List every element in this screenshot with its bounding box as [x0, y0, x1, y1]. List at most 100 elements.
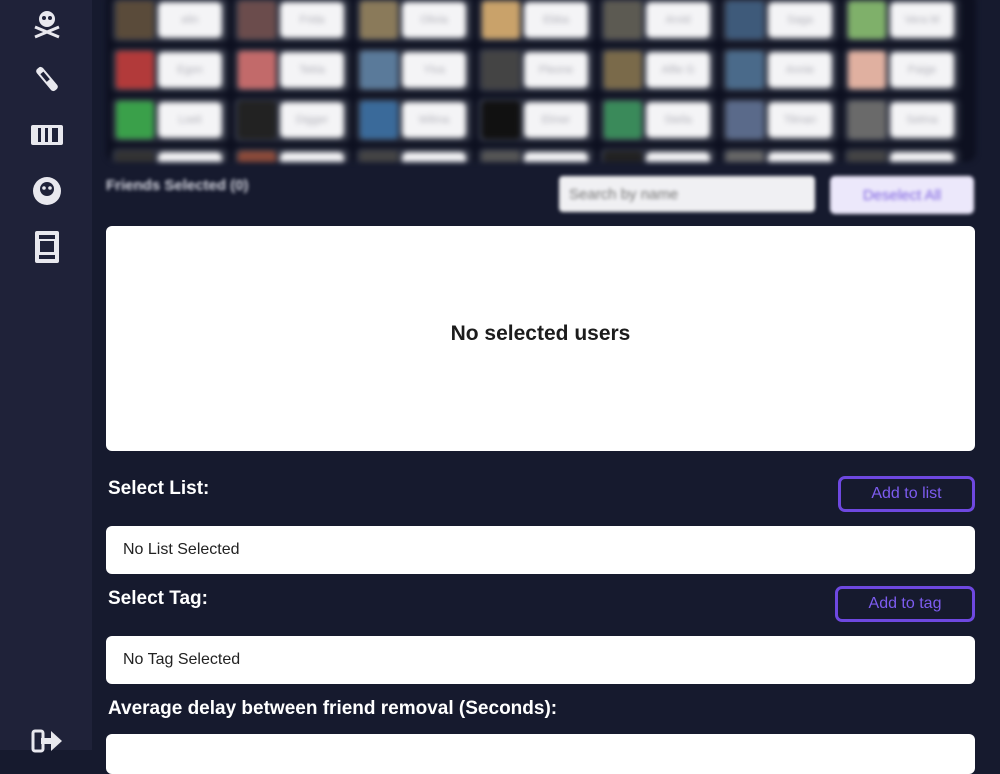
friend-name: Alfie G: [646, 52, 710, 88]
friend-avatar: [360, 51, 398, 89]
empty-state-text: No selected users: [450, 321, 631, 345]
friend-name: Frida: [280, 2, 344, 38]
friend-card[interactable]: [356, 148, 472, 162]
friend-name: [646, 152, 710, 162]
delay-label: Average delay between friend removal (Se…: [108, 698, 558, 719]
friend-name: [890, 152, 954, 162]
friends-grid: elin Frida Olivia Ebba Arvid Saga Vera M Egon Te…: [106, 0, 976, 162]
friend-avatar: [726, 101, 764, 139]
friend-card[interactable]: [722, 148, 838, 162]
friend-name: Elmer: [524, 102, 588, 138]
friend-card[interactable]: [112, 148, 228, 162]
friend-name: [402, 152, 466, 162]
main-content: elin Frida Olivia Ebba Arvid Saga Vera M Egon Te…: [92, 0, 1000, 774]
friend-card[interactable]: Pleone: [478, 48, 594, 92]
skull-crossbones-icon[interactable]: [28, 4, 66, 42]
friend-avatar: [238, 151, 276, 162]
add-to-tag-button[interactable]: Add to tag: [835, 586, 975, 622]
friend-name: Saga: [768, 2, 832, 38]
ticket-icon[interactable]: [28, 116, 66, 154]
friend-avatar: [238, 101, 276, 139]
friend-avatar: [482, 151, 520, 162]
friend-avatar: [116, 101, 154, 139]
friend-name: Wilma: [402, 102, 466, 138]
friend-card[interactable]: Ebba: [478, 0, 594, 42]
friend-name: Egon: [158, 52, 222, 88]
friend-name: Tekla: [280, 52, 344, 88]
selected-users-panel: No selected users: [106, 226, 975, 451]
friend-avatar: [482, 1, 520, 39]
friend-name: [158, 152, 222, 162]
friend-card[interactable]: Annie: [722, 48, 838, 92]
friend-avatar: [360, 1, 398, 39]
friend-avatar: [726, 51, 764, 89]
wanted-poster-icon[interactable]: [28, 228, 66, 266]
friend-avatar: [482, 101, 520, 139]
friend-avatar: [848, 51, 886, 89]
select-list-label: Select List:: [108, 478, 210, 499]
friend-avatar: [726, 151, 764, 162]
friend-avatar: [360, 151, 398, 162]
friend-card[interactable]: Wilma: [356, 98, 472, 142]
friend-card[interactable]: Paige: [844, 48, 960, 92]
delay-input[interactable]: [106, 734, 975, 774]
friend-avatar: [604, 101, 642, 139]
deselect-all-button[interactable]: Deselect All: [830, 176, 974, 214]
friend-avatar: [238, 51, 276, 89]
logout-icon[interactable]: [28, 722, 66, 760]
friend-card[interactable]: Saga: [722, 0, 838, 42]
friend-name: Arvid: [646, 2, 710, 38]
friend-avatar: [116, 51, 154, 89]
friend-card[interactable]: Frida: [234, 0, 350, 42]
friend-avatar: [604, 51, 642, 89]
friend-avatar: [360, 101, 398, 139]
friend-name: Pleone: [524, 52, 588, 88]
bottle-icon[interactable]: [28, 60, 66, 98]
friend-card[interactable]: [478, 148, 594, 162]
friend-card[interactable]: Vera M: [844, 0, 960, 42]
friend-card[interactable]: [600, 148, 716, 162]
tag-select[interactable]: No Tag Selected: [106, 636, 975, 684]
friend-name: Annie: [768, 52, 832, 88]
friend-avatar: [848, 151, 886, 162]
friend-card[interactable]: Ylva: [356, 48, 472, 92]
friend-card[interactable]: elin: [112, 0, 228, 42]
friend-name: Olivia: [402, 2, 466, 38]
friend-card[interactable]: Tekla: [234, 48, 350, 92]
friend-name: Loeli: [158, 102, 222, 138]
friend-name: Ylva: [402, 52, 466, 88]
friend-avatar: [238, 1, 276, 39]
friend-name: Digger: [280, 102, 344, 138]
friend-name: [280, 152, 344, 162]
friend-card[interactable]: Egon: [112, 48, 228, 92]
friend-card[interactable]: Digger: [234, 98, 350, 142]
friend-name: Selma: [890, 102, 954, 138]
search-input[interactable]: [559, 176, 815, 212]
friend-card[interactable]: Tilman: [722, 98, 838, 142]
friend-avatar: [116, 1, 154, 39]
friend-avatar: [116, 151, 154, 162]
friend-name: elin: [158, 2, 222, 38]
add-to-list-button[interactable]: Add to list: [838, 476, 975, 512]
friend-name: [524, 152, 588, 162]
friend-name: [768, 152, 832, 162]
friend-card[interactable]: [234, 148, 350, 162]
friend-avatar: [482, 51, 520, 89]
friend-card[interactable]: Selma: [844, 98, 960, 142]
friend-avatar: [604, 151, 642, 162]
friend-name: Vera M: [890, 2, 954, 38]
friend-avatar: [848, 101, 886, 139]
friend-avatar: [848, 1, 886, 39]
select-tag-label: Select Tag:: [108, 588, 208, 609]
list-select[interactable]: No List Selected: [106, 526, 975, 574]
friend-card[interactable]: Alfie G: [600, 48, 716, 92]
friend-name: Paige: [890, 52, 954, 88]
friend-card[interactable]: Arvid: [600, 0, 716, 42]
friend-card[interactable]: Elmer: [478, 98, 594, 142]
friend-card[interactable]: Stella: [600, 98, 716, 142]
skull-coin-icon[interactable]: [28, 172, 66, 210]
friend-card[interactable]: Loeli: [112, 98, 228, 142]
sidebar: [0, 0, 92, 753]
friend-card[interactable]: [844, 148, 960, 162]
friend-card[interactable]: Olivia: [356, 0, 472, 42]
